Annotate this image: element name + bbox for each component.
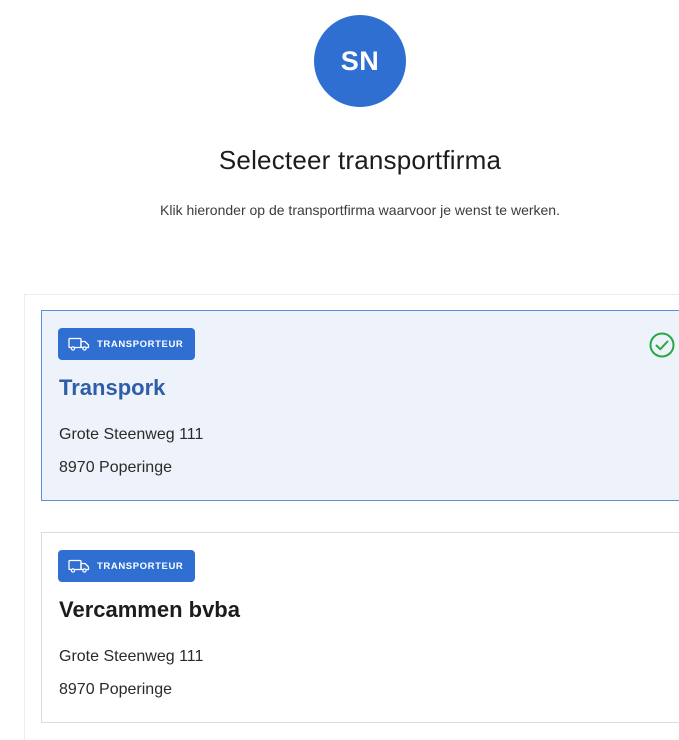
badge-label: TRANSPORTEUR xyxy=(97,560,184,572)
company-city: 8970 Poperinge xyxy=(59,459,172,476)
company-name: Vercammen bvba xyxy=(59,597,240,622)
avatar-initials: SN xyxy=(340,45,380,76)
company-street: Grote Steenweg 111 xyxy=(59,648,204,665)
check-circle-icon xyxy=(649,332,675,358)
truck-icon xyxy=(68,337,90,351)
role-badge: TRANSPORTEUR xyxy=(58,328,196,360)
truck-icon xyxy=(68,559,90,573)
avatar[interactable]: SN xyxy=(314,15,406,107)
badge-label: TRANSPORTEUR xyxy=(97,338,184,350)
company-card-vercammen[interactable]: TRANSPORTEUR Vercammen bvba Grote Steenw… xyxy=(41,532,679,723)
page-subtitle: Klik hieronder op de transportfirma waar… xyxy=(160,202,560,218)
company-card-transpork[interactable]: TRANSPORTEUR Transpork Grote Steenweg 11… xyxy=(41,310,679,501)
select-company-page: SN Selecteer transportfirma Klik hierond… xyxy=(0,0,679,740)
page-title: Selecteer transportfirma xyxy=(218,145,502,175)
company-street: Grote Steenweg 111 xyxy=(59,426,204,443)
company-city: 8970 Poperinge xyxy=(59,681,172,698)
company-name: Transpork xyxy=(59,375,166,400)
role-badge: TRANSPORTEUR xyxy=(58,550,196,582)
